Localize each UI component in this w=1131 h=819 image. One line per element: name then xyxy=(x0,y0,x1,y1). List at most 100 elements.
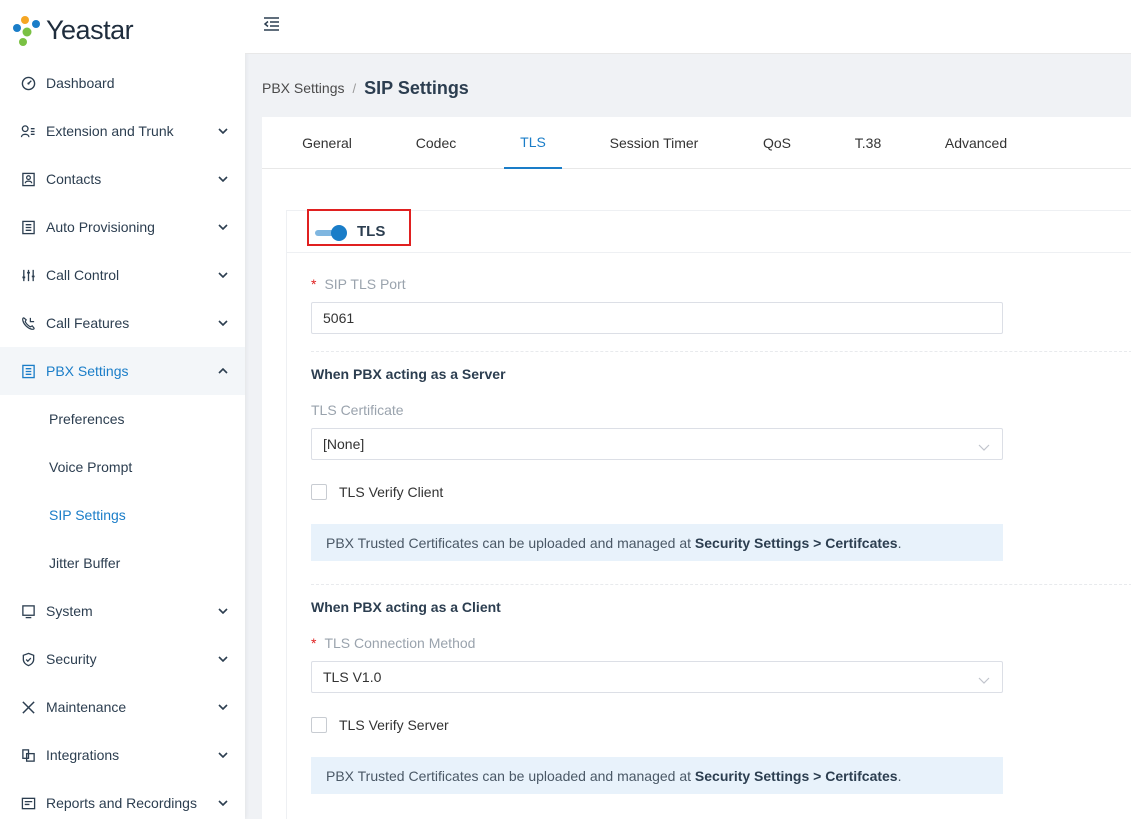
tls-connection-method-select[interactable]: TLS V1.0 xyxy=(311,661,1003,693)
provisioning-icon xyxy=(20,219,36,235)
sidebar-item-reports-and-recordings[interactable]: Reports and Recordings xyxy=(0,779,245,819)
client-section-title: When PBX acting as a Client xyxy=(311,599,501,615)
tls-verify-server-label: TLS Verify Server xyxy=(339,717,449,733)
sidebar-subitem-sip-settings[interactable]: SIP Settings xyxy=(0,491,245,539)
sidebar-item-label: PBX Settings xyxy=(46,363,129,379)
tls-toggle[interactable] xyxy=(313,224,347,242)
tab-tls[interactable]: TLS xyxy=(504,117,562,169)
chevron-down-icon xyxy=(217,701,229,713)
sidebar-item-security[interactable]: Security xyxy=(0,635,245,683)
chevron-down-icon xyxy=(217,605,229,617)
sidebar: Yeastar Dashboard Extension and Trunk Co… xyxy=(0,0,245,819)
info-prefix: PBX Trusted Certificates can be uploaded… xyxy=(326,534,695,551)
tab-advanced[interactable]: Advanced xyxy=(934,117,1018,169)
logo[interactable]: Yeastar xyxy=(12,10,134,50)
tls-verify-server-checkbox[interactable] xyxy=(311,717,327,733)
tab-general[interactable]: General xyxy=(290,117,364,169)
sidebar-item-label: Call Control xyxy=(46,267,120,283)
info-text: PBX Trusted Certificates can be uploaded… xyxy=(326,768,901,784)
tab-qos[interactable]: QoS xyxy=(748,117,806,169)
tls-verify-server-row[interactable]: TLS Verify Server xyxy=(311,717,449,733)
call-control-icon xyxy=(20,267,36,283)
shield-icon xyxy=(20,651,36,667)
chevron-down-icon xyxy=(217,749,229,761)
tls-certificate-select[interactable]: [None] xyxy=(311,428,1003,460)
info-suffix: . xyxy=(897,767,902,784)
yeastar-logo-icon xyxy=(13,16,40,46)
section-divider xyxy=(311,584,1131,585)
call-features-icon xyxy=(20,315,36,331)
pbx-settings-icon xyxy=(20,363,36,379)
required-asterisk: * xyxy=(311,276,317,292)
sidebar-subitem-voice-prompt[interactable]: Voice Prompt xyxy=(0,443,245,491)
tab-session-timer[interactable]: Session Timer xyxy=(600,117,708,169)
sidebar-item-extension-and-trunk[interactable]: Extension and Trunk xyxy=(0,107,245,155)
required-asterisk: * xyxy=(311,635,317,651)
settings-card: General Codec TLS Session Timer QoS T.38… xyxy=(262,117,1131,819)
tab-t38[interactable]: T.38 xyxy=(840,117,896,169)
chevron-up-icon xyxy=(217,365,229,377)
sidebar-item-label: Contacts xyxy=(46,171,102,187)
tab-codec[interactable]: Codec xyxy=(402,117,470,169)
tls-connection-method-value: TLS V1.0 xyxy=(323,669,382,685)
sidebar-item-call-control[interactable]: Call Control xyxy=(0,251,245,299)
chevron-down-icon xyxy=(217,221,229,233)
breadcrumb-parent[interactable]: PBX Settings xyxy=(262,80,345,96)
tls-certificate-label: TLS Certificate xyxy=(311,402,404,418)
sidebar-item-label: Dashboard xyxy=(46,75,115,91)
sidebar-item-integrations[interactable]: Integrations xyxy=(0,731,245,779)
brand-name: Yeastar xyxy=(46,14,134,45)
sidebar-item-dashboard[interactable]: Dashboard xyxy=(0,59,245,107)
chevron-down-icon xyxy=(217,797,229,809)
sidebar-item-label: Extension and Trunk xyxy=(46,123,174,139)
sidebar-subitem-preferences[interactable]: Preferences xyxy=(0,395,245,443)
chevron-down-icon xyxy=(978,439,990,451)
sidebar-item-pbx-settings[interactable]: PBX Settings xyxy=(0,347,245,395)
sidebar-item-label: Integrations xyxy=(46,747,120,763)
tls-verify-client-row[interactable]: TLS Verify Client xyxy=(311,484,443,500)
sidebar-item-contacts[interactable]: Contacts xyxy=(0,155,245,203)
reports-icon xyxy=(20,795,36,811)
sidebar-item-system[interactable]: System xyxy=(0,587,245,635)
tls-connection-method-label-text: TLS Connection Method xyxy=(324,635,476,651)
tls-verify-client-label: TLS Verify Client xyxy=(339,484,444,500)
extension-icon xyxy=(20,123,36,139)
info-suffix: . xyxy=(897,534,902,551)
sidebar-nav: Dashboard Extension and Trunk Contacts A… xyxy=(0,59,245,819)
info-link-text: Security Settings > Certifcates xyxy=(694,534,898,551)
menu-collapse-icon[interactable] xyxy=(261,14,281,34)
sidebar-item-maintenance[interactable]: Maintenance xyxy=(0,683,245,731)
tab-bar: General Codec TLS Session Timer QoS T.38… xyxy=(262,117,1131,169)
sip-tls-port-label-text: SIP TLS Port xyxy=(324,276,406,292)
toggle-knob xyxy=(331,225,347,241)
system-icon xyxy=(20,603,36,619)
tls-toggle-label: TLS xyxy=(357,223,386,240)
info-prefix: PBX Trusted Certificates can be uploaded… xyxy=(326,767,695,784)
top-bar xyxy=(245,0,1131,54)
trusted-cert-info: PBX Trusted Certificates can be uploaded… xyxy=(311,524,1003,561)
sidebar-item-label: Maintenance xyxy=(46,699,127,715)
tls-connection-method-label: * TLS Connection Method xyxy=(311,635,475,651)
sidebar-item-label: Auto Provisioning xyxy=(46,219,155,235)
sidebar-item-label: Security xyxy=(46,651,97,667)
breadcrumb: PBX Settings / SIP Settings xyxy=(262,76,469,100)
tls-panel-header: TLS xyxy=(287,209,1131,253)
sidebar-item-auto-provisioning[interactable]: Auto Provisioning xyxy=(0,203,245,251)
sidebar-subitem-jitter-buffer[interactable]: Jitter Buffer xyxy=(0,539,245,587)
chevron-down-icon xyxy=(217,125,229,137)
tls-verify-client-checkbox[interactable] xyxy=(311,484,327,500)
sidebar-item-label: System xyxy=(46,603,93,619)
sip-tls-port-value: 5061 xyxy=(323,310,355,326)
page-title: SIP Settings xyxy=(364,77,469,98)
sidebar-item-call-features[interactable]: Call Features xyxy=(0,299,245,347)
maintenance-icon xyxy=(20,699,36,715)
dashboard-icon xyxy=(20,75,36,91)
sip-tls-port-input[interactable]: 5061 xyxy=(311,302,1003,334)
sidebar-item-label: Reports and Recordings xyxy=(46,795,197,811)
breadcrumb-separator: / xyxy=(352,80,357,96)
trusted-cert-info: PBX Trusted Certificates can be uploaded… xyxy=(311,757,1003,794)
chevron-down-icon xyxy=(217,269,229,281)
chevron-down-icon xyxy=(217,317,229,329)
server-section-title: When PBX acting as a Server xyxy=(311,366,506,382)
chevron-down-icon xyxy=(978,672,990,684)
